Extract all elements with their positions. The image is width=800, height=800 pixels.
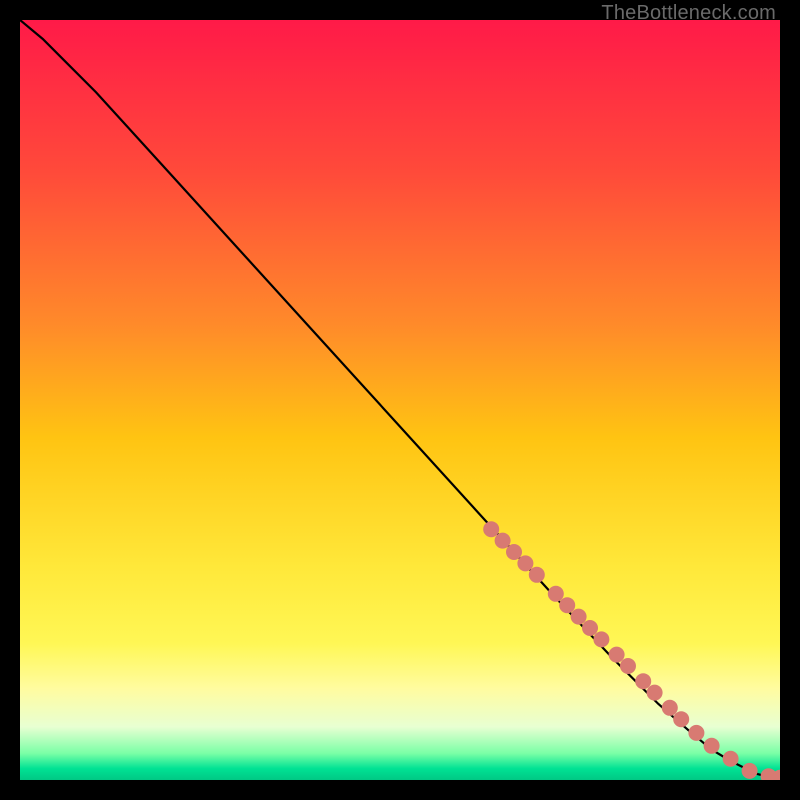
data-point [662,700,678,716]
data-point [635,673,651,689]
data-point [704,738,720,754]
chart-frame [20,20,780,780]
data-point [495,533,511,549]
data-point [571,609,587,625]
data-point [559,597,575,613]
data-point [688,725,704,741]
data-point [483,521,499,537]
data-point [723,751,739,767]
data-point [742,763,758,779]
data-point [529,567,545,583]
data-point [582,620,598,636]
data-point [673,711,689,727]
chart-svg [20,20,780,780]
data-point [609,647,625,663]
data-point [548,586,564,602]
data-point [593,631,609,647]
data-point [620,658,636,674]
data-point [506,544,522,560]
data-point [517,555,533,571]
data-point [647,685,663,701]
